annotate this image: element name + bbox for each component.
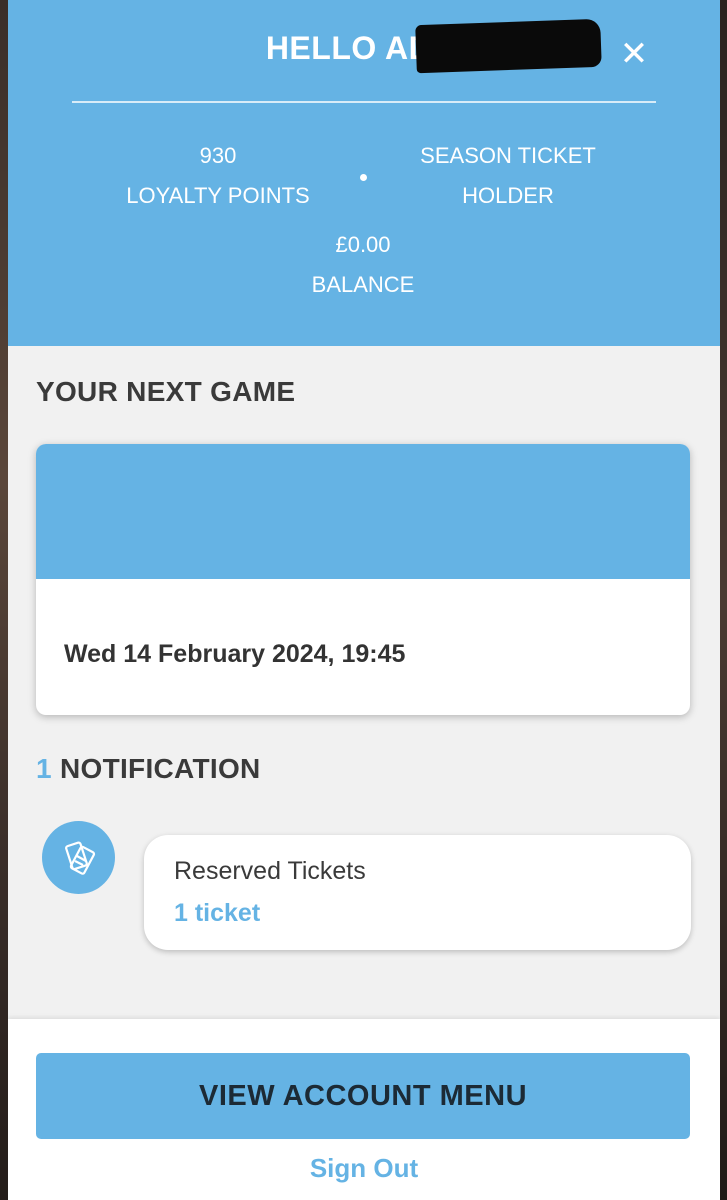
next-game-heading: YOUR NEXT GAME	[36, 376, 296, 407]
account-screen: HELLO AD ✕ 930 LOYALTY POINTS SEASON TIC…	[8, 0, 720, 1200]
notification-item[interactable]: Reserved Tickets 1 ticket	[144, 835, 691, 950]
device-frame-left	[0, 0, 8, 1200]
season-ticket-line2: HOLDER	[462, 183, 554, 208]
balance-label: BALANCE	[311, 272, 415, 297]
redaction-mark	[415, 18, 602, 74]
header-divider	[72, 101, 656, 103]
notification-heading-label: NOTIFICATION	[59, 753, 261, 784]
balance-value: £0.00	[335, 232, 391, 257]
loyalty-points-stat: 930 LOYALTY POINTS	[108, 136, 328, 216]
account-header: HELLO AD ✕ 930 LOYALTY POINTS SEASON TIC…	[8, 0, 720, 346]
season-ticket-stat: SEASON TICKET HOLDER	[398, 136, 618, 216]
notification-count: 1	[36, 753, 52, 784]
stat-separator-dot	[360, 174, 367, 181]
game-date: Wed 14 February 2024, 19:45	[64, 640, 406, 668]
close-icon[interactable]: ✕	[616, 36, 652, 72]
season-ticket-line1: SEASON TICKET	[420, 143, 596, 168]
notifications-heading: 1 NOTIFICATION	[36, 753, 261, 785]
greeting-row: HELLO AD	[8, 18, 720, 74]
loyalty-points-value: 930	[199, 143, 237, 168]
device-frame-right	[720, 0, 727, 1200]
notification-title: Reserved Tickets	[174, 857, 366, 885]
view-account-menu-button[interactable]: VIEW ACCOUNT MENU	[36, 1053, 690, 1139]
loyalty-points-label: LOYALTY POINTS	[126, 183, 310, 208]
tickets-icon	[42, 821, 115, 894]
sign-out-link[interactable]: Sign Out	[8, 1153, 720, 1184]
balance-stat: £0.00 BALANCE	[263, 225, 463, 305]
greeting-text: HELLO AD	[265, 30, 433, 66]
next-game-card[interactable]: Wed 14 February 2024, 19:45	[36, 444, 690, 715]
bottom-action-panel: VIEW ACCOUNT MENU Sign Out	[8, 1019, 720, 1200]
notification-subtitle[interactable]: 1 ticket	[174, 899, 260, 928]
game-card-banner	[36, 444, 690, 579]
